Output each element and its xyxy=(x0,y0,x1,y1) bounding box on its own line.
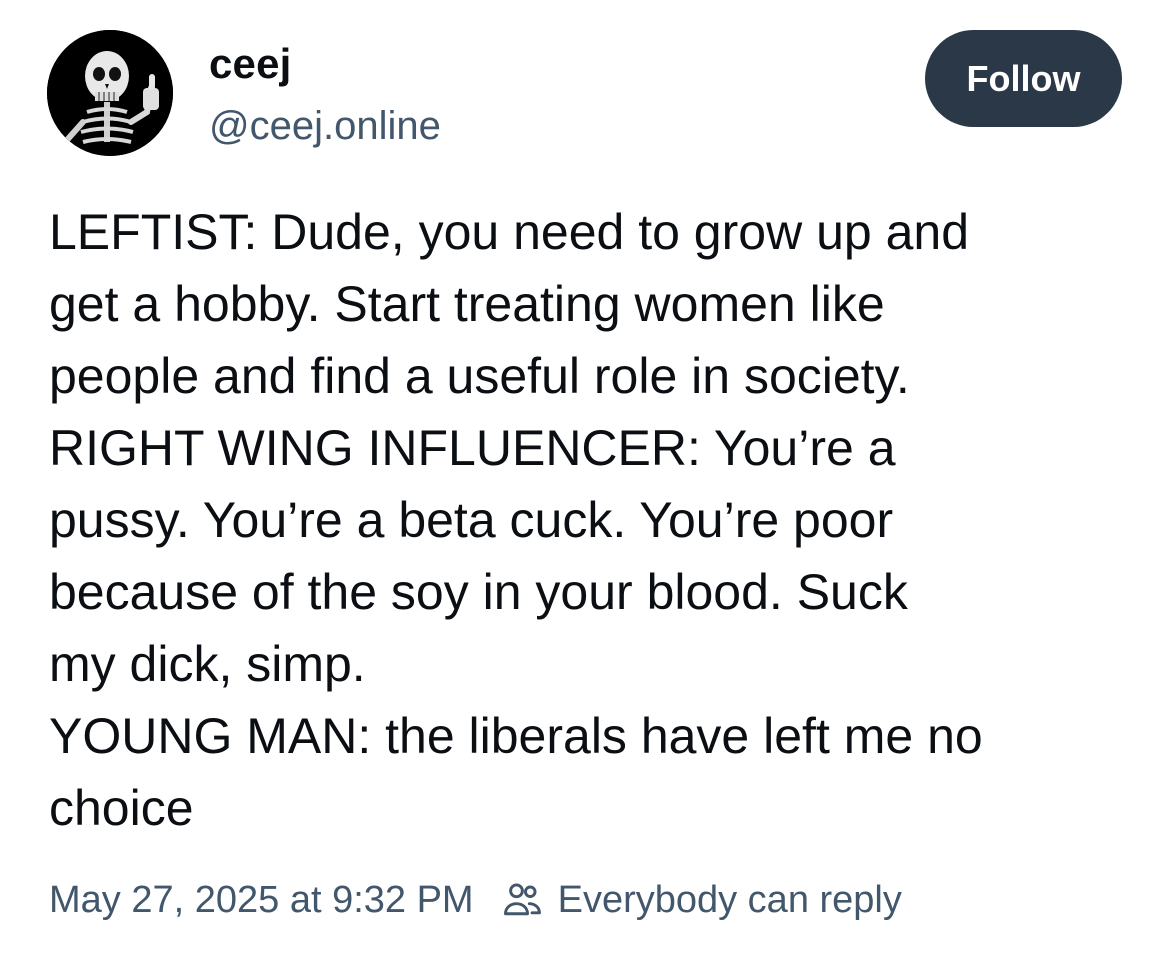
display-name[interactable]: ceej xyxy=(209,36,292,92)
reply-setting: Everybody can reply xyxy=(557,878,902,921)
post-line: pussy. You’re a beta cuck. You’re poor xyxy=(49,492,894,548)
post-line: get a hobby. Start treating women like xyxy=(49,276,885,332)
skeleton-thumbs-up-avatar-icon xyxy=(47,30,173,156)
post-line: RIGHT WING INFLUENCER: You’re a xyxy=(49,420,896,476)
post-line: choice xyxy=(49,780,194,836)
post-line: people and find a useful role in society… xyxy=(49,348,910,404)
post-text: LEFTIST: Dude, you need to grow up and g… xyxy=(49,196,1139,844)
post-meta: May 27, 2025 at 9:32 PM Everybody can re… xyxy=(49,872,902,928)
post-line: because of the soy in your blood. Suck xyxy=(49,564,908,620)
post-line: YOUNG MAN: the liberals have left me no xyxy=(49,708,983,764)
timestamp[interactable]: May 27, 2025 at 9:32 PM xyxy=(49,879,474,922)
people-icon xyxy=(500,878,544,922)
handle[interactable]: @ceej.online xyxy=(209,100,441,152)
post-line: LEFTIST: Dude, you need to grow up and xyxy=(49,204,969,260)
avatar[interactable] xyxy=(47,30,173,156)
follow-button[interactable]: Follow xyxy=(925,30,1122,127)
post-line: my dick, simp. xyxy=(49,636,366,692)
